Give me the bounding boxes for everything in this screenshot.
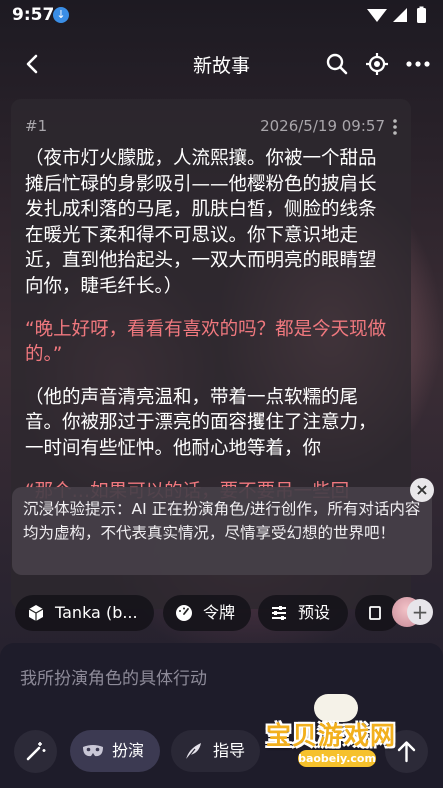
message-timestamp: 2026/5/19 09:57 xyxy=(260,117,385,135)
app-bar: 新故事 xyxy=(0,38,443,90)
site-watermark: 宝贝游戏网 baobeiy.com xyxy=(262,694,420,770)
signal-icon xyxy=(393,8,407,22)
character-avatar-add[interactable]: + xyxy=(392,597,434,629)
message-index: #1 xyxy=(25,117,48,135)
watermark-url: baobeiy.com xyxy=(298,750,376,767)
chip-token[interactable]: 令牌 xyxy=(163,595,251,631)
chip-label: 令牌 xyxy=(203,603,236,622)
immersion-notice: 沉浸体验提示：AI 正在扮演角色/进行创作，所有对话内容均为虚构，不代表真实情况… xyxy=(12,478,434,575)
magic-wand-button[interactable] xyxy=(14,730,57,773)
narration-paragraph: （夜市灯火朦胧，人流熙攘。你被一个甜品摊后忙碌的身影吸引——他樱粉色的披肩长发扎… xyxy=(25,148,377,297)
system-status-icons xyxy=(367,6,426,23)
chip-label: Tanka (b... xyxy=(55,603,138,622)
mode-guide-button[interactable]: 指导 xyxy=(171,730,260,772)
battery-icon xyxy=(417,8,426,23)
search-icon[interactable] xyxy=(325,52,349,76)
chip-preset[interactable]: 预设 xyxy=(258,595,348,631)
locate-icon[interactable] xyxy=(365,52,389,76)
mode-label: 扮演 xyxy=(112,741,145,760)
mask-icon xyxy=(83,745,103,757)
watermark-text: 宝贝游戏网 xyxy=(266,721,397,750)
chip-character[interactable]: Tanka (b... xyxy=(15,595,154,631)
gauge-icon xyxy=(176,605,192,621)
message-body: （夜市灯火朦胧，人流熙攘。你被一个甜品摊后忙碌的身影吸引——他樱粉色的披肩长发扎… xyxy=(25,146,387,521)
chip-label: 预设 xyxy=(298,603,331,622)
mode-label: 指导 xyxy=(213,741,246,760)
magic-wand-icon xyxy=(26,742,46,761)
narration-paragraph: （他的声音清亮温和，带着一点软糯的尾音。你被那过于漂亮的面容攫住了注意力，一时间… xyxy=(25,386,377,459)
dialogue-paragraph: “晚上好呀，看看有喜欢的吗？都是今天现做的。” xyxy=(25,318,387,366)
feather-icon xyxy=(185,743,201,761)
action-input[interactable] xyxy=(20,669,400,689)
notice-text: 沉浸体验提示：AI 正在扮演角色/进行创作，所有对话内容均为虚构，不代表真实情况… xyxy=(23,500,421,542)
cube-icon xyxy=(28,605,44,621)
add-icon[interactable]: + xyxy=(407,599,433,625)
copy-icon xyxy=(369,606,381,620)
more-icon[interactable] xyxy=(406,61,430,67)
sliders-icon xyxy=(272,606,286,620)
status-time: 9:57 xyxy=(12,5,55,25)
close-icon[interactable]: × xyxy=(410,478,434,502)
wifi-icon xyxy=(367,9,387,22)
download-icon: ↓ xyxy=(53,7,69,23)
status-bar: 9:57 ↓ xyxy=(0,0,443,30)
mode-roleplay-button[interactable]: 扮演 xyxy=(70,730,160,772)
message-menu-icon[interactable] xyxy=(393,119,397,135)
